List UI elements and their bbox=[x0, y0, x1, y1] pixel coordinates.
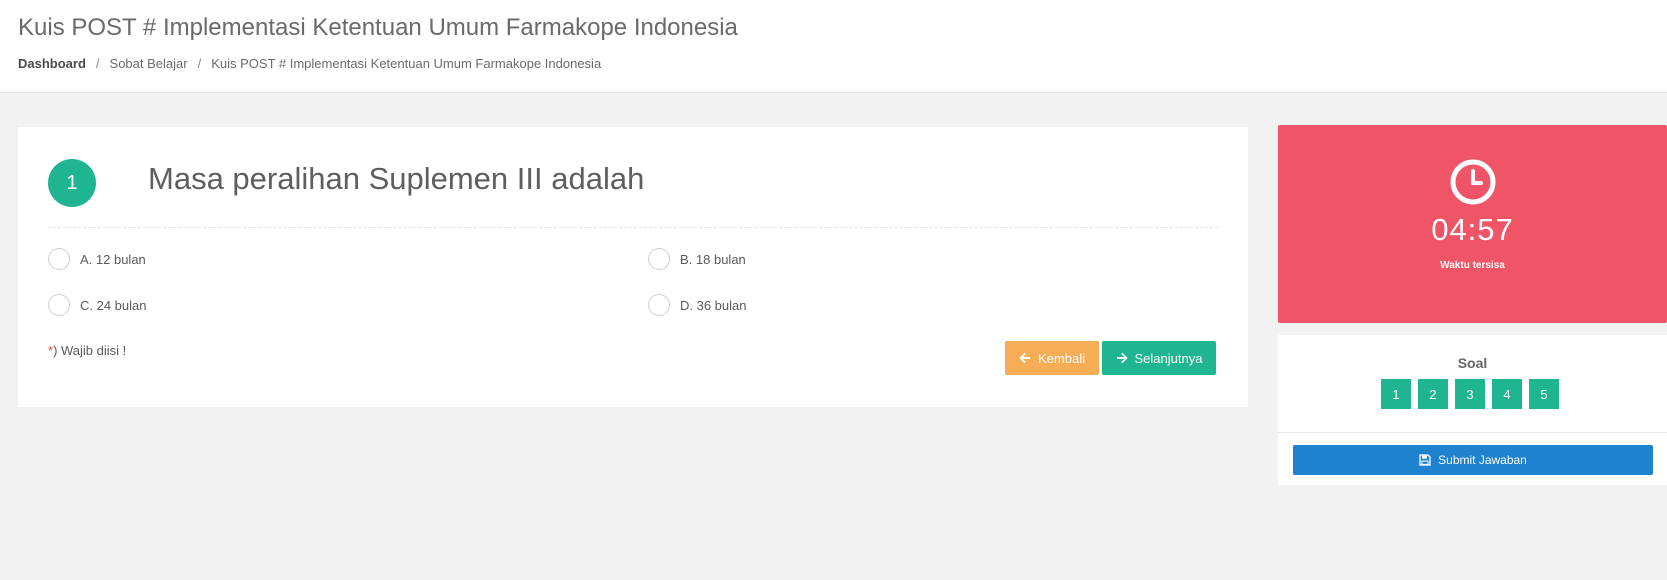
timer-label: Waktu tersisa bbox=[1440, 260, 1505, 271]
soal-divider bbox=[1278, 432, 1667, 433]
page-header: Kuis POST # Implementasi Ketentuan Umum … bbox=[0, 0, 1667, 93]
soal-button-2[interactable]: 2 bbox=[1418, 379, 1448, 409]
next-button[interactable]: Selanjutnya bbox=[1102, 341, 1216, 375]
soal-nav: 1 2 3 4 5 bbox=[1381, 379, 1559, 409]
back-button[interactable]: Kembali bbox=[1005, 341, 1099, 375]
breadcrumb-item-current: Kuis POST # Implementasi Ketentuan Umum … bbox=[211, 56, 602, 71]
option-b-label: B. 18 bulan bbox=[680, 251, 746, 267]
question-number-badge: 1 bbox=[48, 159, 96, 207]
option-c[interactable]: C. 24 bulan bbox=[48, 294, 147, 316]
page-title: Kuis POST # Implementasi Ketentuan Umum … bbox=[18, 14, 738, 41]
required-note: *) Wajib diisi ! bbox=[48, 343, 126, 358]
option-c-label: C. 24 bulan bbox=[80, 297, 147, 313]
breadcrumb-separator: / bbox=[197, 56, 202, 71]
breadcrumb-item-dashboard[interactable]: Dashboard bbox=[18, 56, 86, 71]
option-c-radio[interactable] bbox=[48, 294, 70, 316]
timer-value: 04:57 bbox=[1431, 212, 1514, 247]
submit-answer-button[interactable]: Submit Jawaban bbox=[1293, 445, 1653, 475]
timer-card: 04:57 Waktu tersisa bbox=[1278, 125, 1667, 323]
soal-title: Soal bbox=[1457, 355, 1488, 371]
question-text: Masa peralihan Suplemen III adalah bbox=[148, 161, 645, 196]
required-text: ) Wajib diisi ! bbox=[53, 343, 127, 358]
next-button-label: Selanjutnya bbox=[1134, 350, 1203, 366]
option-d-radio[interactable] bbox=[648, 294, 670, 316]
back-button-label: Kembali bbox=[1038, 350, 1085, 366]
option-d[interactable]: D. 36 bulan bbox=[648, 294, 747, 316]
option-b-radio[interactable] bbox=[648, 248, 670, 270]
option-a[interactable]: A. 12 bulan bbox=[48, 248, 146, 270]
option-a-radio[interactable] bbox=[48, 248, 70, 270]
soal-button-5[interactable]: 5 bbox=[1529, 379, 1559, 409]
soal-button-3[interactable]: 3 bbox=[1455, 379, 1485, 409]
breadcrumb: Dashboard / Sobat Belajar / Kuis POST # … bbox=[18, 56, 601, 71]
arrow-right-icon bbox=[1116, 352, 1128, 364]
option-a-label: A. 12 bulan bbox=[80, 251, 146, 267]
breadcrumb-separator: / bbox=[95, 56, 100, 71]
save-icon bbox=[1419, 454, 1431, 466]
arrow-left-icon bbox=[1019, 352, 1031, 364]
soal-button-4[interactable]: 4 bbox=[1492, 379, 1522, 409]
soal-card: Soal 1 2 3 4 5 Submit Jawaban bbox=[1278, 335, 1667, 485]
question-divider bbox=[48, 227, 1218, 228]
quiz-card: 1 Masa peralihan Suplemen III adalah A. … bbox=[18, 127, 1248, 407]
submit-answer-label: Submit Jawaban bbox=[1438, 453, 1527, 467]
breadcrumb-item-sobat-belajar[interactable]: Sobat Belajar bbox=[110, 56, 188, 71]
option-d-label: D. 36 bulan bbox=[680, 297, 747, 313]
soal-button-1[interactable]: 1 bbox=[1381, 379, 1411, 409]
option-b[interactable]: B. 18 bulan bbox=[648, 248, 746, 270]
clock-icon bbox=[1450, 159, 1496, 205]
